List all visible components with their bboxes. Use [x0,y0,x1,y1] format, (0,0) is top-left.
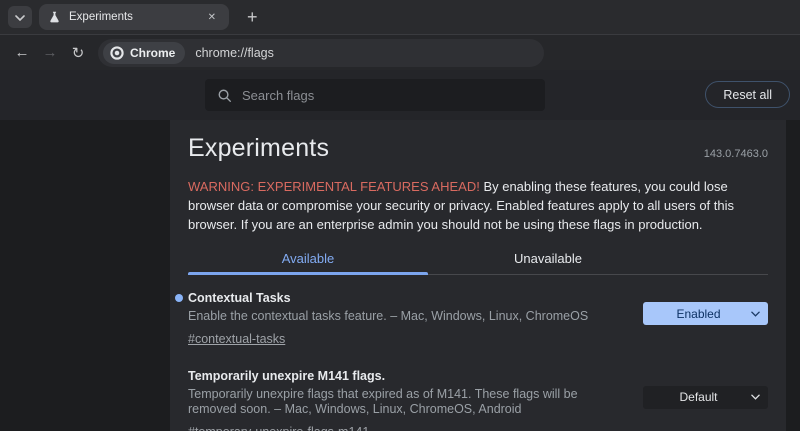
flag-control-column: Default [643,368,768,409]
flag-select-wrap: Enabled [643,302,768,325]
flag-name-text: Temporarily unexpire M141 flags. [188,369,385,383]
address-bar[interactable]: Chrome chrome://flags [98,39,544,67]
chrome-logo-icon [110,46,124,60]
flag-row-unexpire-m141: Temporarily unexpire M141 flags. Tempora… [188,368,768,431]
tab-experiments[interactable]: Experiments ✕ [39,4,229,30]
availability-tabs-inner: Available Unavailable [188,248,668,275]
modified-dot-icon [175,294,183,302]
tab-search-button[interactable] [8,6,32,28]
flag-select-contextual-tasks[interactable]: Enabled [643,302,768,325]
version-label: 143.0.7463.0 [704,148,768,160]
flag-name: Contextual Tasks [188,290,617,306]
reload-icon[interactable]: ↻ [64,44,92,62]
flags-page-background: Experiments 143.0.7463.0 WARNING: EXPERI… [0,120,800,431]
flag-permalink[interactable]: #contextual-tasks [188,332,285,346]
site-badge-label: Chrome [130,46,175,60]
browser-window: Experiments ✕ + ← → ↻ Chrome chrome://fl… [0,0,800,431]
page-title: Experiments [188,134,329,163]
url-text[interactable]: chrome://flags [195,46,274,60]
flag-permalink[interactable]: #temporary-unexpire-flags-m141 [188,425,369,431]
flag-info: Contextual Tasks Enable the contextual t… [188,290,643,348]
tab-available[interactable]: Available [188,248,428,275]
flags-content-panel: Experiments 143.0.7463.0 WARNING: EXPERI… [170,120,786,431]
forward-icon[interactable]: → [36,44,64,61]
new-tab-button[interactable]: + [241,7,264,28]
flag-name: Temporarily unexpire M141 flags. [188,368,617,384]
tab-strip: Experiments ✕ + [0,0,800,34]
warning-highlight: WARNING: EXPERIMENTAL FEATURES AHEAD! [188,179,480,194]
flag-row-contextual-tasks: Contextual Tasks Enable the contextual t… [188,290,768,348]
flag-info: Temporarily unexpire M141 flags. Tempora… [188,368,643,431]
chevron-down-icon [15,8,25,26]
flag-description: Temporarily unexpire flags that expired … [188,387,617,418]
tab-unavailable[interactable]: Unavailable [428,248,668,275]
close-icon[interactable]: ✕ [204,10,220,25]
site-badge[interactable]: Chrome [103,42,185,64]
flag-select-unexpire-m141[interactable]: Default [643,386,768,409]
flask-icon [48,10,61,24]
search-input[interactable] [242,88,533,103]
availability-tabs: Available Unavailable [188,248,768,275]
warning-text: WARNING: EXPERIMENTAL FEATURES AHEAD! By… [188,177,768,234]
flags-search-bar: Reset all [0,70,800,120]
navigation-toolbar: ← → ↻ Chrome chrome://flags [0,34,800,70]
flag-description: Enable the contextual tasks feature. – M… [188,309,617,325]
flag-name-text: Contextual Tasks [188,291,291,305]
flag-control-column: Enabled [643,290,768,325]
page-header: Experiments 143.0.7463.0 [188,134,768,163]
search-icon [217,88,232,103]
tab-title: Experiments [69,11,196,23]
search-box[interactable] [205,79,545,111]
back-icon[interactable]: ← [8,44,36,61]
flag-select-wrap: Default [643,386,768,409]
reset-all-button[interactable]: Reset all [705,81,790,108]
